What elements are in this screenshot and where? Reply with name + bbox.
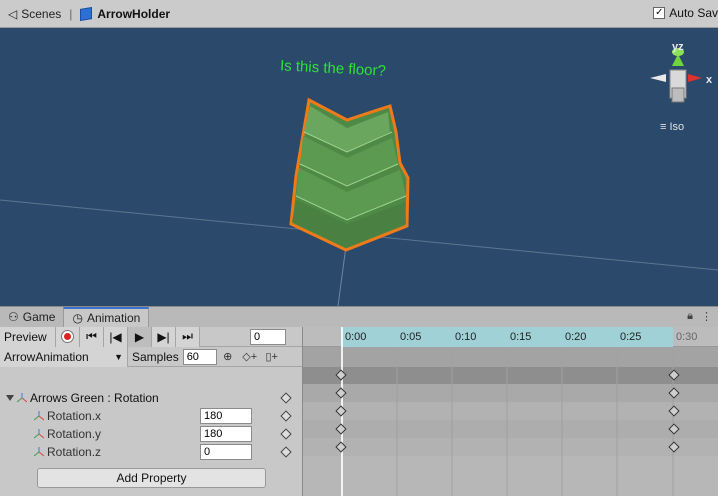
group-keyframe-icon[interactable] [280,392,292,404]
timeline-grid [396,347,674,496]
dropdown-arrow-icon: ▼ [114,351,123,362]
skip-start-icon: ⏮ [86,329,97,343]
snap-icon[interactable]: ⊕ [217,347,239,367]
tab-animation-label: Animation [86,311,141,325]
property-group-row[interactable]: Arrows Green : Rotation [0,389,302,407]
breadcrumb-separator: | [69,6,73,21]
summary-row [0,367,302,389]
prefab-breadcrumb[interactable]: ArrowHolder [80,6,171,21]
transform-axes-icon [17,393,27,403]
panel-tools: 🔒︎ ⋮ [687,310,712,323]
clip-dropdown[interactable]: ArrowAnimation ▼ [0,346,128,367]
add-event-icon[interactable]: ▯+ [261,347,283,367]
add-property-button[interactable]: Add Property [37,468,266,488]
hamburger-icon: ≡ [660,121,667,133]
keyframe-toggle-icon[interactable] [280,446,292,458]
unity-editor: ◁ Scenes | ArrowHolder ✓ Auto Sav Is thi… [0,0,718,496]
autosave-toggle[interactable]: ✓ Auto Sav [653,6,718,20]
property-row-rotation-z[interactable]: Rotation.z [0,443,302,461]
tab-game-label: Game [22,310,56,324]
projection-label: Iso [669,121,685,133]
samples-control: Samples [128,348,217,365]
property-label: Rotation.x [47,409,102,423]
transform-axes-icon [34,429,44,439]
back-arrow-icon[interactable]: ◁ [8,7,17,21]
rotation-x-field[interactable] [200,408,252,424]
preview-label: Preview [4,329,47,344]
skip-end-icon: ⏭ [182,329,193,343]
tab-animation[interactable]: ◷ Animation [63,307,150,327]
property-row-rotation-x[interactable]: Rotation.x [0,407,302,425]
add-keyframe-icon[interactable]: ◇+ [239,347,261,367]
autosave-label: Auto Sav [669,6,718,20]
previous-keyframe-button[interactable]: |◀ [104,326,128,347]
keyframe-toggle-icon[interactable] [280,410,292,422]
scenes-breadcrumb[interactable]: ◁ Scenes [0,7,61,21]
property-row-rotation-y[interactable]: Rotation.y [0,425,302,443]
scenes-label[interactable]: Scenes [21,7,61,21]
orientation-gizmo[interactable] [650,48,702,103]
animation-playback-toolbar: Preview ⏮ |◀ ▶ ▶| ⏭ [0,326,302,347]
tab-game[interactable]: ⚇ Game [0,307,63,327]
more-options-icon[interactable]: ⋮ [701,310,712,323]
rotation-z-field[interactable] [200,444,252,460]
property-label: Rotation.y [47,427,102,441]
transform-axes-icon [34,411,44,421]
autosave-checkbox[interactable]: ✓ [653,7,666,19]
gizmo-yz-label: yz [672,41,684,53]
expand-triangle-icon[interactable] [6,395,14,401]
prefab-cube-icon [80,6,93,21]
gizmo-x-label: x [706,74,713,86]
property-group-label: Arrows Green : Rotation [30,391,159,405]
animation-clip-toolbar: ArrowAnimation ▼ Samples ⊕ ◇+ ▯+ [0,346,302,367]
samples-input[interactable] [182,348,217,365]
transform-axes-icon [34,447,44,457]
play-icon: ▶ [134,329,145,344]
lock-icon[interactable]: 🔒︎ [687,310,693,323]
gamepad-icon: ⚇ [8,310,19,324]
animation-left-panel: Preview ⏮ |◀ ▶ ▶| ⏭ ArrowAnimation ▼ Sam… [0,326,302,496]
step-back-icon: |◀ [109,329,122,344]
keyframe-toggle-icon[interactable] [280,428,292,440]
bottom-panel-tabs: ⚇ Game ◷ Animation 🔒︎ ⋮ [0,306,718,327]
first-keyframe-button[interactable]: ⏮ [80,326,104,347]
last-keyframe-button[interactable]: ⏭ [176,326,200,347]
arrow-holder-object[interactable] [289,97,410,252]
next-keyframe-button[interactable]: ▶| [152,326,176,347]
scene-viewport[interactable]: Is this the floor? yz x ≡ Iso [0,28,718,306]
scene-header: ◁ Scenes | ArrowHolder ✓ Auto Sav [0,0,718,28]
clock-icon: ◷ [72,311,83,325]
dopesheet-timeline[interactable]: 0:00 0:05 0:10 0:15 0:20 0:25 0:30 [302,327,718,496]
preview-button[interactable]: Preview [0,326,56,347]
rotation-y-field[interactable] [200,426,252,442]
add-property-label: Add Property [116,471,187,485]
clip-name: ArrowAnimation [4,349,89,364]
record-button[interactable] [56,326,80,347]
prefab-name: ArrowHolder [97,6,171,21]
step-forward-icon: ▶| [157,329,170,344]
projection-toggle[interactable]: ≡ Iso [660,121,684,133]
play-button[interactable]: ▶ [128,326,152,347]
record-icon [62,331,73,342]
property-label: Rotation.z [47,445,102,459]
current-frame-input[interactable] [250,328,286,345]
samples-label: Samples [132,349,179,364]
